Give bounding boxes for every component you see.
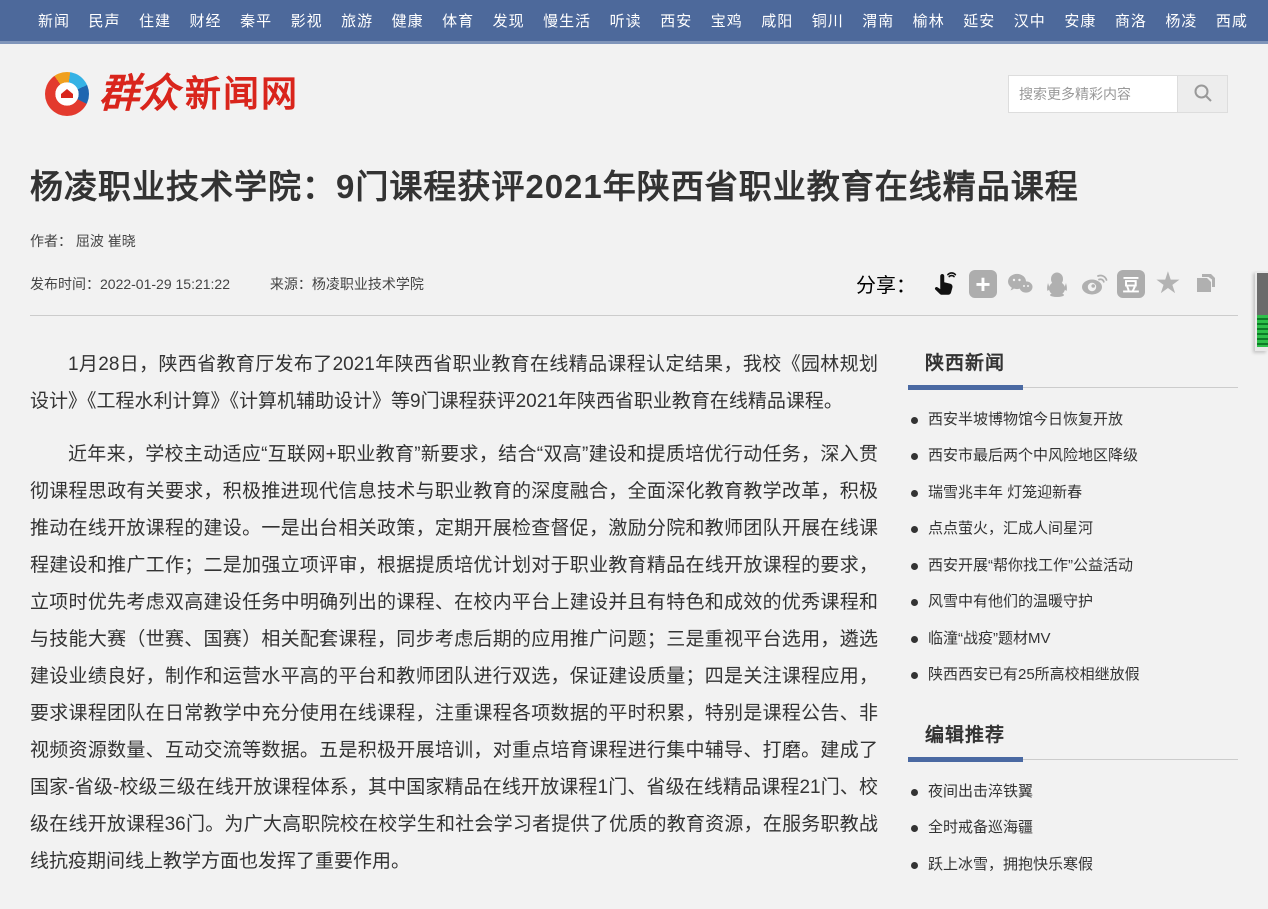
article-title: 杨凌职业技术学院：9门课程获评2021年陕西省职业教育在线精品课程	[30, 166, 1238, 209]
article-paragraph: 近年来，学校主动适应“互联网+职业教育”新要求，结合“双高”建设和提质培优行动任…	[30, 436, 878, 880]
news-list-item[interactable]: 跃上冰雪，拥抱快乐寒假	[908, 847, 1238, 884]
nav-item[interactable]: 渭南	[862, 10, 894, 31]
nav-item[interactable]: 民声	[89, 10, 121, 31]
news-list-item[interactable]: 西安开展“帮你找工作”公益活动	[908, 548, 1238, 585]
nav-item[interactable]: 安康	[1064, 10, 1096, 31]
news-list-item[interactable]: 西安市最后两个中风险地区降级	[908, 438, 1238, 475]
top-nav: 新闻 民声 住建 财经 秦平 影视 旅游 健康 体育 发现 慢生活 听读 西安 …	[0, 0, 1268, 44]
nav-item[interactable]: 发现	[493, 10, 525, 31]
search-button[interactable]	[1178, 75, 1228, 113]
news-list-item[interactable]: 夜间出击淬铁翼	[908, 774, 1238, 811]
nav-item[interactable]: 住建	[139, 10, 171, 31]
search-icon	[1193, 83, 1213, 106]
search-box	[1008, 75, 1228, 113]
nav-item[interactable]: 新闻	[38, 10, 70, 31]
news-list-item[interactable]: 瑞雪兆丰年 灯笼迎新春	[908, 475, 1238, 512]
copy-icon[interactable]	[1190, 269, 1220, 299]
article-body: 1月28日，陕西省教育厅发布了2021年陕西省职业教育在线精品课程认定结果，我校…	[30, 330, 878, 909]
floating-toolbar-handle	[1257, 273, 1268, 315]
news-list-item[interactable]: 全时戒备巡海疆	[908, 810, 1238, 847]
nav-item[interactable]: 财经	[190, 10, 222, 31]
nav-item[interactable]: 榆林	[913, 10, 945, 31]
article-paragraph: 1月28日，陕西省教育厅发布了2021年陕西省职业教育在线精品课程认定结果，我校…	[30, 346, 878, 420]
nav-item[interactable]: 商洛	[1115, 10, 1147, 31]
search-input[interactable]	[1008, 75, 1178, 113]
logo-calligraphy-text: 群众	[99, 74, 179, 114]
wechat-icon[interactable]	[1005, 269, 1035, 299]
nav-item[interactable]: 听读	[610, 10, 642, 31]
sidebar-section-header-editor-picks: 编辑推荐	[908, 720, 1238, 760]
floating-toolbar-stripes	[1257, 315, 1268, 347]
logo-emblem-icon	[45, 72, 89, 116]
news-list-item[interactable]: 陕西西安已有25所高校相继放假	[908, 657, 1238, 694]
nav-item[interactable]: 旅游	[341, 10, 373, 31]
logo-text: 新闻网	[185, 76, 299, 112]
publish-time: 发布时间：2022-01-29 15:21:22	[30, 276, 230, 292]
nav-item[interactable]: 影视	[291, 10, 323, 31]
section-title: 陕西新闻	[925, 348, 1238, 375]
nav-item[interactable]: 咸阳	[761, 10, 793, 31]
news-list-item[interactable]: 风雪中有他们的温暖守护	[908, 584, 1238, 621]
article-source: 来源：杨凌职业技术学院	[270, 276, 424, 292]
qzone-icon[interactable]: ★	[1153, 269, 1183, 299]
sidebar-section-header-shaanxi-news: 陕西新闻	[908, 348, 1238, 388]
nav-item[interactable]: 铜川	[812, 10, 844, 31]
news-list-item[interactable]: 临潼“战疫”题材MV	[908, 621, 1238, 658]
article-meta: 发布时间：2022-01-29 15:21:22 来源：杨凌职业技术学院	[30, 274, 424, 294]
hand-click-icon[interactable]	[931, 269, 961, 299]
share-bar: 分享： +	[856, 269, 1220, 299]
floating-toolbar[interactable]	[1255, 271, 1268, 351]
editor-picks-list: 夜间出击淬铁翼 全时戒备巡海疆 跃上冰雪，拥抱快乐寒假	[908, 774, 1238, 884]
section-title: 编辑推荐	[925, 720, 1238, 747]
nav-item[interactable]: 宝鸡	[711, 10, 743, 31]
qq-icon[interactable]	[1042, 269, 1072, 299]
nav-item[interactable]: 慢生活	[543, 10, 591, 31]
nav-item[interactable]: 体育	[442, 10, 474, 31]
nav-item[interactable]: 延安	[963, 10, 995, 31]
weibo-icon[interactable]	[1079, 269, 1109, 299]
nav-item[interactable]: 西咸	[1216, 10, 1248, 31]
article-head: 杨凌职业技术学院：9门课程获评2021年陕西省职业教育在线精品课程 作者： 屈波…	[0, 144, 1268, 299]
nav-item[interactable]: 秦平	[240, 10, 272, 31]
share-more-icon[interactable]: +	[968, 269, 998, 299]
site-logo[interactable]: 群众 新闻网	[45, 72, 299, 116]
article-author: 作者： 屈波 崔晓	[30, 231, 1238, 251]
douban-icon[interactable]: 豆	[1116, 269, 1146, 299]
news-list-item[interactable]: 西安半坡博物馆今日恢复开放	[908, 402, 1238, 439]
sidebar: 陕西新闻 西安半坡博物馆今日恢复开放 西安市最后两个中风险地区降级 瑞雪兆丰年 …	[908, 330, 1238, 909]
nav-item[interactable]: 健康	[392, 10, 424, 31]
nav-item[interactable]: 汉中	[1014, 10, 1046, 31]
nav-item[interactable]: 西安	[660, 10, 692, 31]
nav-item[interactable]: 杨凌	[1165, 10, 1197, 31]
share-label: 分享：	[856, 269, 916, 298]
news-list-item[interactable]: 点点萤火，汇成人间星河	[908, 511, 1238, 548]
shaanxi-news-list: 西安半坡博物馆今日恢复开放 西安市最后两个中风险地区降级 瑞雪兆丰年 灯笼迎新春…	[908, 402, 1238, 694]
site-header: 群众 新闻网	[0, 44, 1268, 144]
